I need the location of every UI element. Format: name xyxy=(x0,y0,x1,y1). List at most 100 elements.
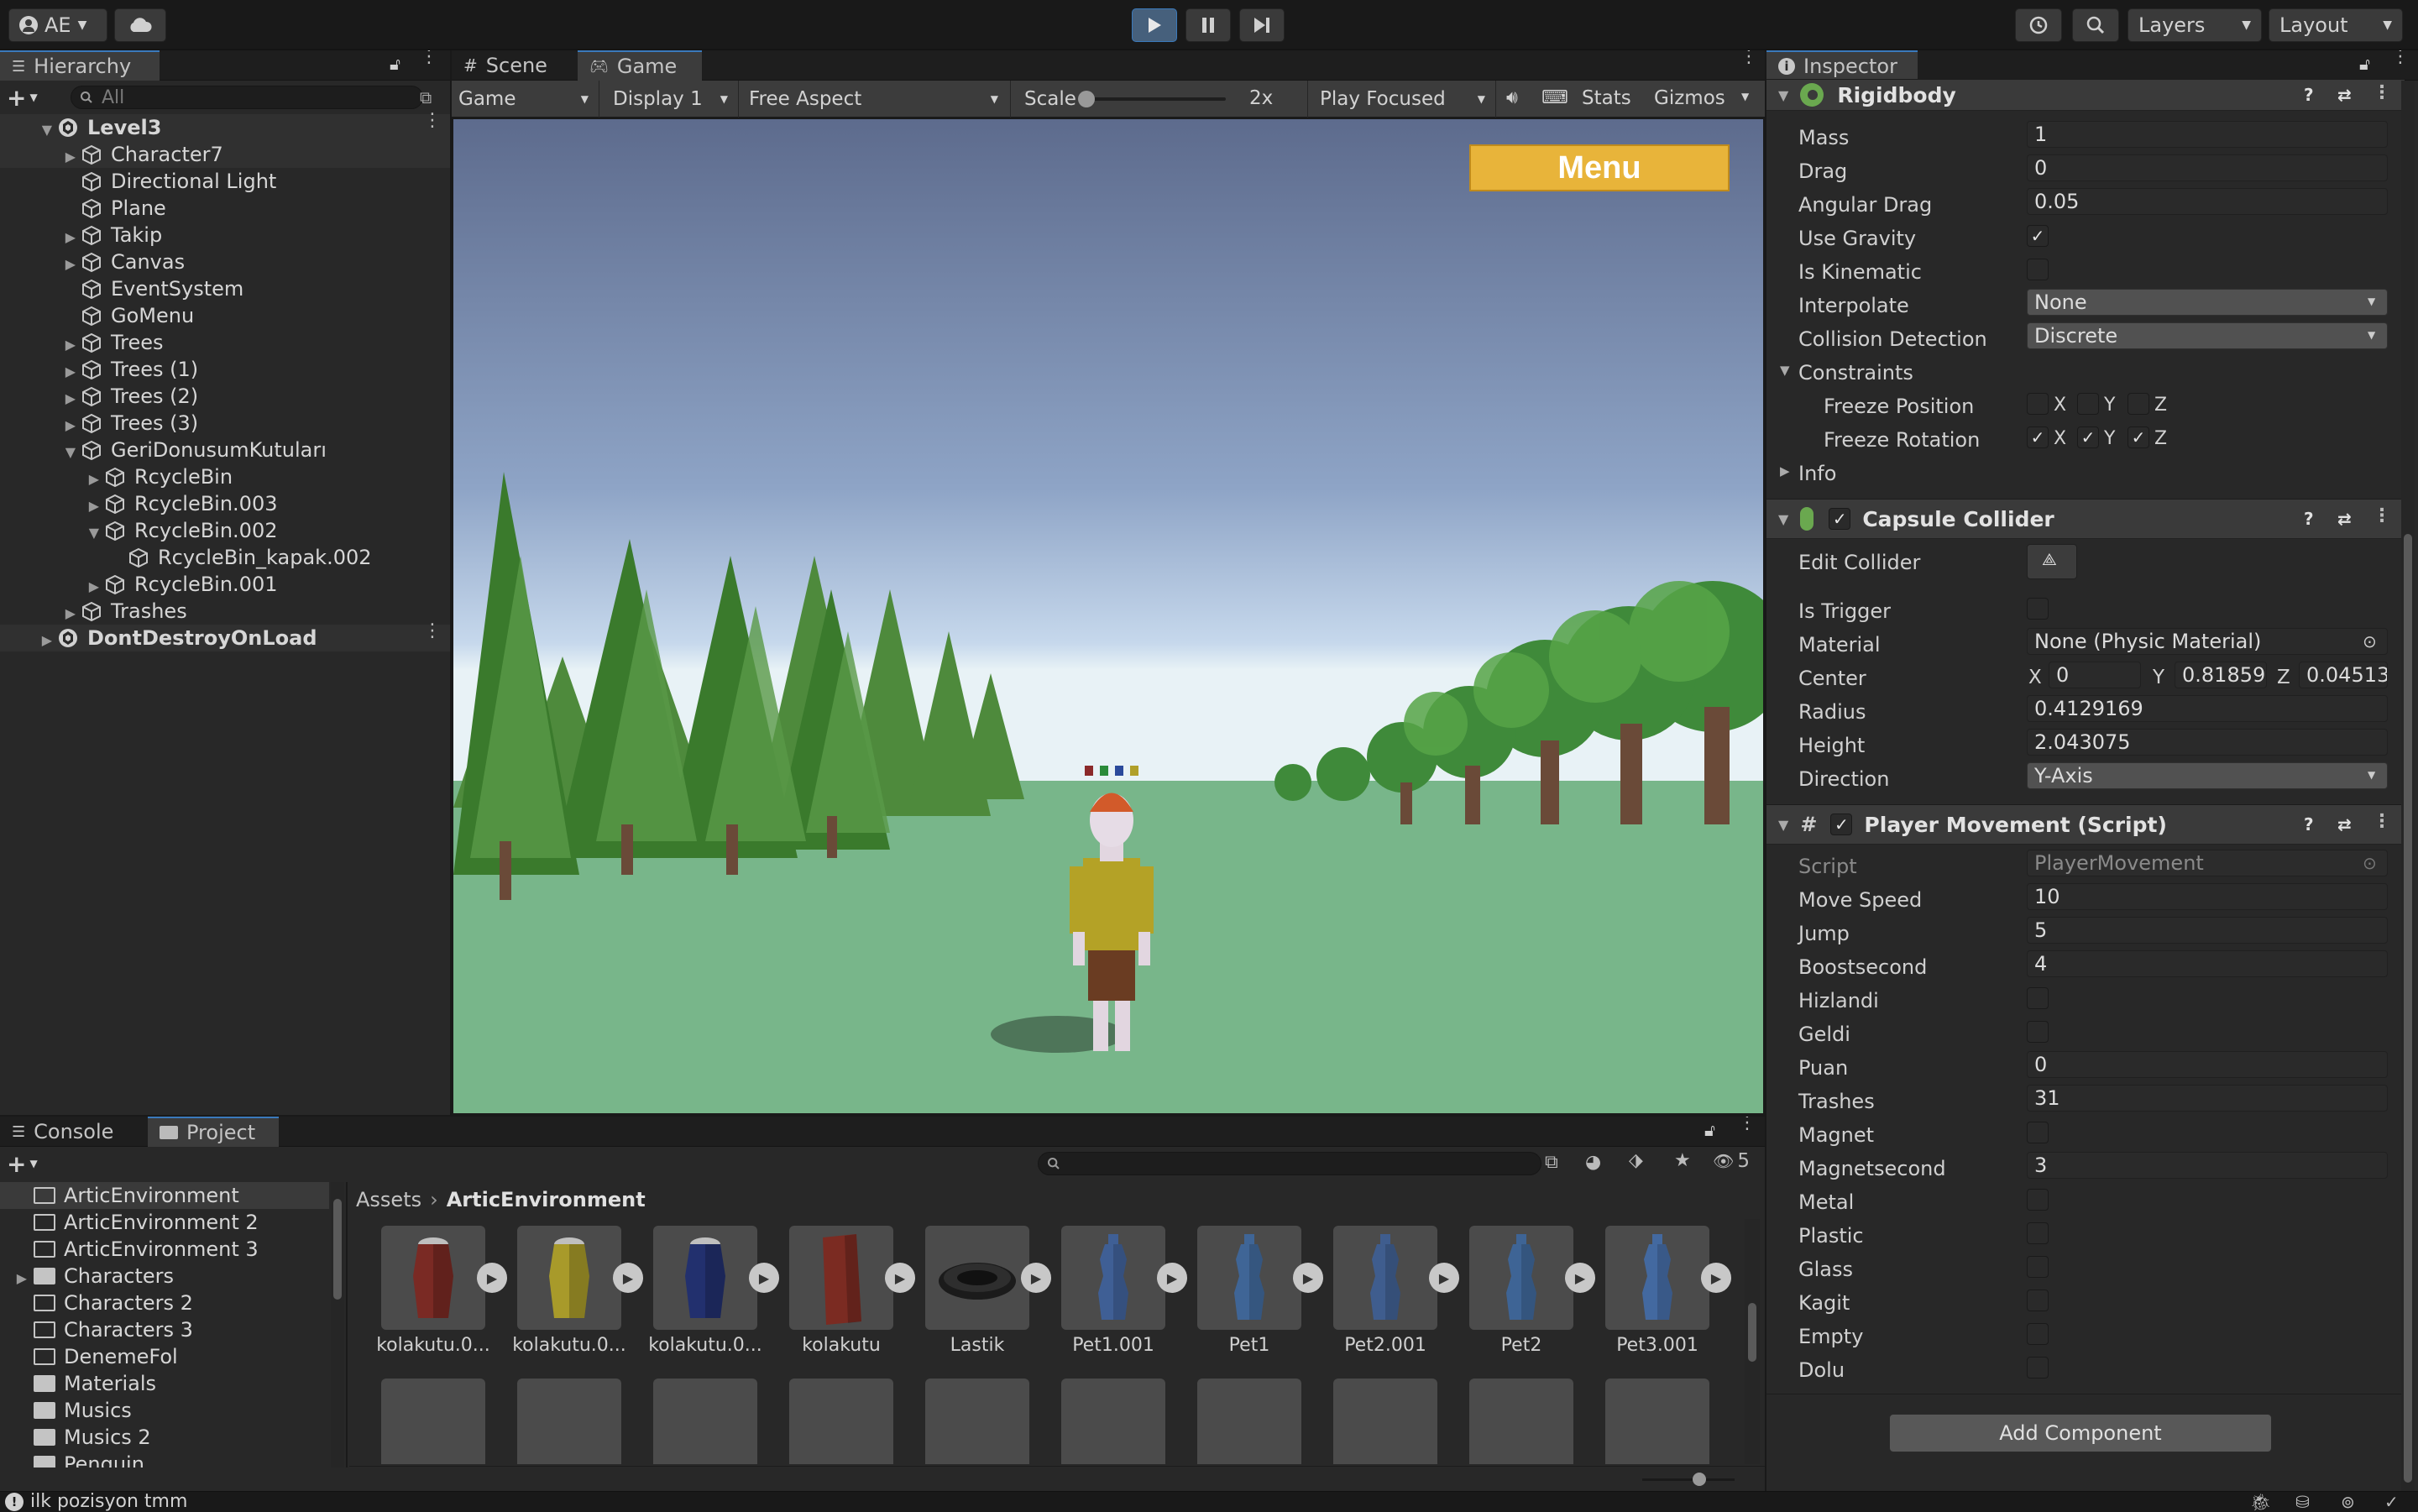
presets-icon[interactable]: ⇄ xyxy=(2337,509,2352,529)
interpolate-dropdown[interactable]: None xyxy=(2027,289,2388,316)
help-icon[interactable]: ? xyxy=(2304,85,2314,105)
foldout-closed-icon[interactable]: ▶ xyxy=(84,471,99,487)
presets-icon[interactable]: ⇄ xyxy=(2337,85,2352,105)
game-render-view[interactable]: Menu xyxy=(452,118,1765,1115)
foldout-closed-icon[interactable]: ▶ xyxy=(60,417,76,433)
folder-item[interactable]: Musics xyxy=(0,1397,329,1424)
play-preview-icon[interactable]: ▶ xyxy=(1701,1263,1731,1293)
favorite-star-icon[interactable]: ★ xyxy=(1674,1150,1691,1171)
foldout-closed-icon[interactable]: ▶ xyxy=(60,229,76,245)
folder-item[interactable]: Materials xyxy=(0,1370,329,1397)
foldout-closed-icon[interactable]: ▶ xyxy=(60,149,76,165)
check-circle-icon[interactable]: ✓ xyxy=(2384,1492,2399,1512)
hidden-packages-toggle[interactable]: 👁︎ 5 xyxy=(1713,1150,1750,1172)
folder-item[interactable]: Penguin xyxy=(0,1451,329,1468)
foldout-closed-icon[interactable]: ▶ xyxy=(84,578,99,594)
metal-checkbox[interactable] xyxy=(2027,1189,2049,1211)
scale-slider-thumb[interactable] xyxy=(1078,91,1095,107)
foldout-closed-icon[interactable]: ▶ xyxy=(60,390,76,406)
kebab-menu-icon[interactable]: ⋮ xyxy=(2373,84,2391,102)
folder-item[interactable]: Characters 2 xyxy=(0,1290,329,1316)
use-gravity-checkbox[interactable]: ✓ xyxy=(2027,225,2049,247)
asset-item[interactable]: ▶ Lastik xyxy=(919,1226,1051,1356)
height-field[interactable]: 2.043075 xyxy=(2027,729,2388,756)
tab-project[interactable]: Project xyxy=(148,1117,279,1147)
asset-item[interactable] xyxy=(510,1379,628,1464)
aspect-dropdown[interactable]: Free Aspect ▼ xyxy=(741,81,1011,118)
asset-item[interactable]: ▶ kolakutu.0... xyxy=(374,1226,507,1356)
foldout-closed-icon[interactable]: ▶ xyxy=(37,632,52,648)
asset-item[interactable] xyxy=(646,1379,764,1464)
bug-icon[interactable]: 🐞︎ xyxy=(2250,1492,2271,1512)
play-preview-icon[interactable]: ▶ xyxy=(885,1263,915,1293)
capsule-enabled-checkbox[interactable]: ✓ xyxy=(1829,508,1851,530)
hierarchy-item[interactable]: ▶ Trees (2) xyxy=(0,383,450,410)
asset-item[interactable]: ▶ Pet3.001 xyxy=(1599,1226,1731,1356)
direction-dropdown[interactable]: Y-Axis xyxy=(2027,762,2388,789)
layers-dropdown[interactable]: Layers ▼ xyxy=(2128,8,2262,42)
move-speed-field[interactable]: 10 xyxy=(2027,883,2388,910)
hierarchy-item[interactable]: ▶ Canvas xyxy=(0,249,450,275)
lock-icon[interactable]: 🔓︎ xyxy=(390,54,400,74)
project-search-input[interactable] xyxy=(1038,1152,1541,1175)
tab-inspector[interactable]: i Inspector xyxy=(1766,50,1918,81)
freeze-rotation-z-checkbox[interactable]: ✓ xyxy=(2128,426,2149,448)
is-kinematic-checkbox[interactable] xyxy=(2027,259,2049,280)
gizmos-button[interactable]: Gizmos xyxy=(1654,87,1725,109)
hierarchy-item[interactable]: Directional Light xyxy=(0,168,450,195)
play-preview-icon[interactable]: ▶ xyxy=(1565,1263,1595,1293)
kebab-menu-icon[interactable]: ⋮ xyxy=(1738,1117,1756,1133)
foldout-closed-icon[interactable]: ▶ xyxy=(84,498,99,514)
center-y-field[interactable]: 0.818599 xyxy=(2175,662,2267,688)
hierarchy-search-input[interactable]: All xyxy=(71,86,423,109)
history-button[interactable] xyxy=(2015,8,2062,42)
hierarchy-scene-row[interactable]: ▶ DontDestroyOnLoad ⋮ xyxy=(0,622,450,651)
hierarchy-item[interactable]: Plane xyxy=(0,195,450,222)
display-dropdown[interactable]: Display 1 ▼ xyxy=(601,81,739,118)
hierarchy-item[interactable]: GoMenu xyxy=(0,302,450,329)
geldi-checkbox[interactable] xyxy=(2027,1021,2049,1043)
status-message[interactable]: ilk pozisyon tmm xyxy=(30,1491,187,1512)
help-icon[interactable]: ? xyxy=(2304,509,2314,529)
tab-hierarchy[interactable]: ☰ Hierarchy xyxy=(0,50,160,81)
scale-slider[interactable] xyxy=(1078,91,1226,107)
foldout-open-icon[interactable]: ▼ xyxy=(37,122,52,138)
magnetsecond-field[interactable]: 3 xyxy=(2027,1152,2388,1179)
foldout-closed-icon[interactable]: ▶ xyxy=(60,364,76,379)
hierarchy-item[interactable]: ▶ Trees (3) xyxy=(0,410,450,437)
hierarchy-item[interactable]: ▶ Trees xyxy=(0,329,450,356)
asset-item[interactable] xyxy=(1055,1379,1172,1464)
pause-button[interactable] xyxy=(1185,8,1231,42)
keyboard-shortcuts-icon[interactable]: ⌨ xyxy=(1541,87,1568,108)
game-mode-dropdown[interactable]: Game ▼ xyxy=(452,81,599,118)
create-asset-dropdown[interactable]: + ▼ xyxy=(7,1150,38,1178)
play-preview-icon[interactable]: ▶ xyxy=(1021,1263,1051,1293)
asset-zoom-slider[interactable] xyxy=(1642,1473,1735,1486)
folder-tree-scrollbar[interactable] xyxy=(331,1182,344,1468)
hierarchy-item[interactable]: ▶ Character7 xyxy=(0,141,450,168)
folder-item[interactable]: ArticEnvironment xyxy=(0,1182,329,1209)
freeze-rotation-y-checkbox[interactable]: ✓ xyxy=(2077,426,2099,448)
asset-item[interactable] xyxy=(374,1379,492,1464)
jump-field[interactable]: 5 xyxy=(2027,917,2388,944)
chevron-down-icon[interactable]: ▼ xyxy=(1741,91,1749,102)
search-button[interactable] xyxy=(2072,8,2119,42)
hierarchy-item[interactable]: EventSystem xyxy=(0,275,450,302)
asset-item[interactable]: ▶ Pet2 xyxy=(1463,1226,1595,1356)
kagit-checkbox[interactable] xyxy=(2027,1290,2049,1311)
foldout-closed-icon[interactable]: ▶ xyxy=(12,1270,27,1286)
mass-field[interactable]: 1 xyxy=(2027,121,2388,148)
capsule-collider-header[interactable]: ▼ ✓ Capsule Collider ? ⇄ ⋮ xyxy=(1766,499,2405,539)
step-button[interactable] xyxy=(1239,8,1285,42)
cloud-button[interactable] xyxy=(114,8,166,42)
plastic-checkbox[interactable] xyxy=(2027,1222,2049,1244)
asset-item[interactable]: ▶ kolakutu xyxy=(782,1226,915,1356)
freeze-position-z-checkbox[interactable] xyxy=(2128,393,2149,415)
dolu-checkbox[interactable] xyxy=(2027,1357,2049,1379)
folder-item[interactable]: Musics 2 xyxy=(0,1424,329,1451)
is-trigger-checkbox[interactable] xyxy=(2027,598,2049,620)
foldout-open-icon[interactable]: ▼ xyxy=(60,444,76,460)
hierarchy-item[interactable]: ▶ RcycleBin.001 xyxy=(0,571,450,598)
breadcrumb-current[interactable]: ArticEnvironment xyxy=(447,1188,646,1211)
asset-item[interactable] xyxy=(1327,1379,1444,1464)
